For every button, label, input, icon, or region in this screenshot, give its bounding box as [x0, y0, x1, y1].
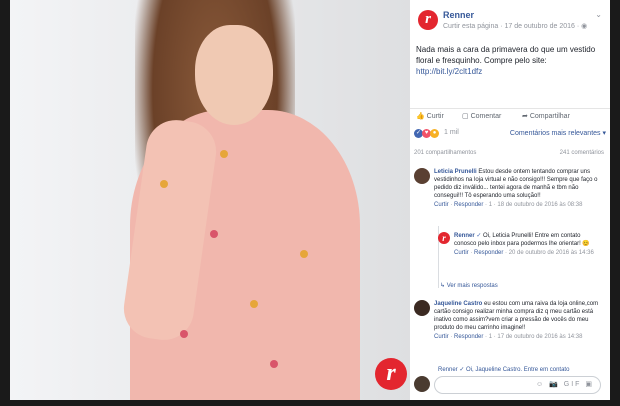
verified-badge-icon: ✓: [476, 233, 482, 239]
comment-input[interactable]: ☺ 📷 GIF ▣: [434, 376, 601, 394]
page-name[interactable]: Renner: [443, 10, 474, 20]
post-panel: r Renner Curtir esta página · 17 de outu…: [410, 0, 610, 400]
comment-text: Oi, Leticia Prunelli! Entre em contato c…: [454, 233, 590, 247]
dress-flower: [160, 180, 168, 188]
avatar[interactable]: r: [438, 232, 450, 244]
comment-icon: ▢: [462, 113, 469, 120]
share-icon: ➦: [522, 113, 528, 120]
composer-icons[interactable]: ☺ 📷 GIF ▣: [536, 380, 594, 388]
comment-author[interactable]: Jaqueline Castro: [434, 301, 482, 307]
post-photo[interactable]: r: [10, 0, 410, 400]
wow-reaction-icon[interactable]: ●: [430, 129, 439, 138]
comment-button[interactable]: ▢ Comentar: [462, 112, 501, 120]
dress-flower: [210, 230, 218, 238]
see-more-replies-link[interactable]: ↳ Ver mais respostas: [440, 282, 498, 289]
page-avatar[interactable]: r: [418, 10, 438, 30]
globe-icon: ◉: [581, 23, 588, 30]
comments-count[interactable]: 241 comentários: [560, 150, 604, 156]
shares-row: 201 compartilhamentos 241 comentários: [414, 150, 604, 156]
share-button[interactable]: ➦ Compartilhar: [522, 112, 570, 120]
shares-count[interactable]: 201 compartilhamentos: [414, 150, 476, 156]
comment-sort-dropdown[interactable]: Comentários mais relevantes ▾: [510, 129, 606, 137]
comment-body: Jaqueline Castro eu estou com uma raiva …: [434, 300, 602, 341]
post-text: Nada mais a cara da primavera do que um …: [416, 44, 601, 77]
dress-flower: [220, 150, 228, 158]
truncated-reply: Renner ✓ Oi, Jaqueline Castro. Entre em …: [438, 367, 570, 373]
comment-meta: Curtir · Responder · 1 · 18 de outubro d…: [434, 202, 583, 208]
comment-author[interactable]: Renner: [454, 233, 475, 239]
comment-like-link[interactable]: Curtir: [434, 334, 449, 340]
comment-meta: Curtir · Responder · 1 · 17 de outubro d…: [434, 334, 583, 340]
dress-flower: [250, 300, 258, 308]
post-link[interactable]: http://bit.ly/2clt1dfz: [416, 66, 601, 77]
comment-reply-link[interactable]: Responder: [454, 202, 483, 208]
comment-reply-link[interactable]: Responder: [474, 250, 503, 256]
post-meta: Curtir esta página · 17 de outubro de 20…: [443, 23, 588, 30]
model-face: [195, 25, 273, 125]
dress-flower: [300, 250, 308, 258]
renner-logo-watermark: r: [375, 358, 407, 390]
comment-meta: Curtir · Responder · 20 de outubro de 20…: [454, 250, 594, 256]
reactions-row: ✓ ♥ ● 1 mil Comentários mais relevantes …: [414, 128, 606, 140]
reply: r Renner ✓ Oi, Leticia Prunelli! Entre e…: [438, 232, 602, 278]
comment-reply-link[interactable]: Responder: [454, 334, 483, 340]
comment-author[interactable]: Leticia Prunelli: [434, 169, 477, 175]
like-button[interactable]: 👍 Curtir: [416, 112, 444, 120]
avatar: [414, 376, 430, 392]
dress-flower: [180, 330, 188, 338]
thumbs-up-icon: 👍: [416, 113, 425, 120]
chevron-down-icon[interactable]: ⌄: [595, 10, 602, 19]
comment-body: Renner ✓ Oi, Leticia Prunelli! Entre em …: [454, 232, 600, 257]
comment-like-link[interactable]: Curtir: [454, 250, 469, 256]
comment-composer: ☺ 📷 GIF ▣: [414, 376, 604, 394]
comment-body: Leticia Prunelli Estou desde ontem tenta…: [434, 168, 602, 209]
comment: Jaqueline Castro eu estou com uma raiva …: [414, 300, 604, 362]
avatar[interactable]: [414, 300, 430, 316]
comment-like-link[interactable]: Curtir: [434, 202, 449, 208]
comment: Leticia Prunelli Estou desde ontem tenta…: [414, 168, 604, 224]
dress-flower: [270, 360, 278, 368]
action-bar: 👍 Curtir ▢ Comentar ➦ Compartilhar: [410, 108, 610, 125]
avatar[interactable]: [414, 168, 430, 184]
reaction-count[interactable]: 1 mil: [444, 129, 459, 136]
